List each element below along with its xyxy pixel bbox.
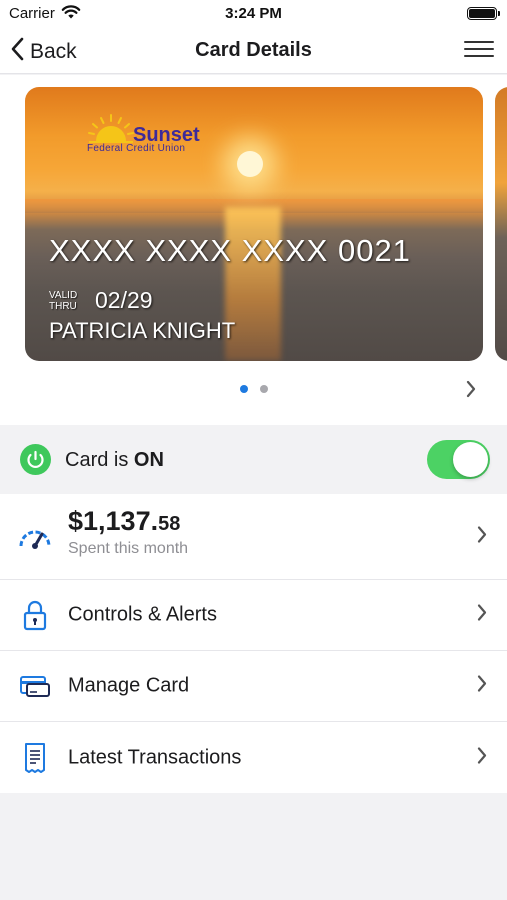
card-number: XXXX XXXX XXXX 0021	[49, 233, 411, 268]
card-status-state: ON	[133, 449, 164, 471]
status-bar: Carrier 3:24 PM	[0, 0, 507, 28]
manage-card-row[interactable]: Manage Card	[0, 651, 507, 722]
card-status-row: Card is ON	[0, 425, 507, 494]
spending-amount: $1,137.58	[68, 506, 180, 537]
card-sun	[237, 151, 263, 177]
card-on-toggle[interactable]	[427, 440, 490, 479]
chevron-right-icon	[476, 746, 488, 769]
chevron-right-icon	[476, 604, 488, 627]
chevron-right-icon	[476, 525, 488, 548]
sunrise-logo-icon	[88, 114, 134, 143]
spending-caption: Spent this month	[68, 540, 189, 557]
credit-card-icon	[18, 669, 52, 703]
controls-alerts-row[interactable]: Controls & Alerts	[0, 580, 507, 651]
valid-label: VALID	[49, 290, 78, 301]
page-dot[interactable]	[259, 385, 268, 393]
card-expiry: 02/29	[95, 287, 153, 313]
battery-icon	[467, 7, 500, 20]
toggle-knob	[453, 442, 488, 477]
hamburger-menu-icon[interactable]	[464, 41, 494, 61]
spending-amount-cents: 58	[158, 513, 181, 535]
speedometer-icon	[18, 520, 52, 554]
issuer-logo: Sunset Federal Credit Union	[87, 113, 200, 154]
next-card-preview[interactable]	[495, 87, 507, 361]
manage-card-label: Manage Card	[68, 674, 190, 697]
thru-label: THRU	[49, 301, 77, 312]
card-holder-name: PATRICIA KNIGHT	[49, 318, 236, 343]
credit-card[interactable]: Sunset Federal Credit Union XXXX XXXX XX…	[25, 87, 483, 361]
spending-amount-main: $1,137.	[68, 506, 159, 536]
chevron-right-icon[interactable]	[465, 380, 477, 403]
valid-thru-label: VALID THRU	[49, 290, 77, 312]
page-title: Card Details	[195, 39, 312, 61]
clock: 3:24 PM	[225, 5, 282, 22]
issuer-subtitle: Federal Credit Union	[87, 143, 186, 154]
page-dot-active[interactable]	[239, 385, 248, 393]
chevron-right-icon	[476, 675, 488, 698]
latest-transactions-label: Latest Transactions	[68, 746, 242, 768]
receipt-icon	[18, 741, 52, 775]
power-icon	[20, 444, 51, 475]
controls-alerts-label: Controls & Alerts	[68, 603, 217, 626]
card-carousel[interactable]: Sunset Federal Credit Union XXXX XXXX XX…	[0, 75, 507, 425]
lock-icon	[18, 598, 52, 632]
page-indicator	[0, 380, 507, 398]
card-options-list: $1,137.58 Spent this month Controls & Al…	[0, 494, 507, 793]
spending-row[interactable]: $1,137.58 Spent this month	[0, 494, 507, 580]
card-status-label: Card is ON	[65, 449, 164, 472]
navigation-bar: Back Card Details	[0, 28, 507, 74]
latest-transactions-row[interactable]: Latest Transactions	[0, 722, 507, 793]
card-status-prefix: Card is	[65, 449, 134, 471]
